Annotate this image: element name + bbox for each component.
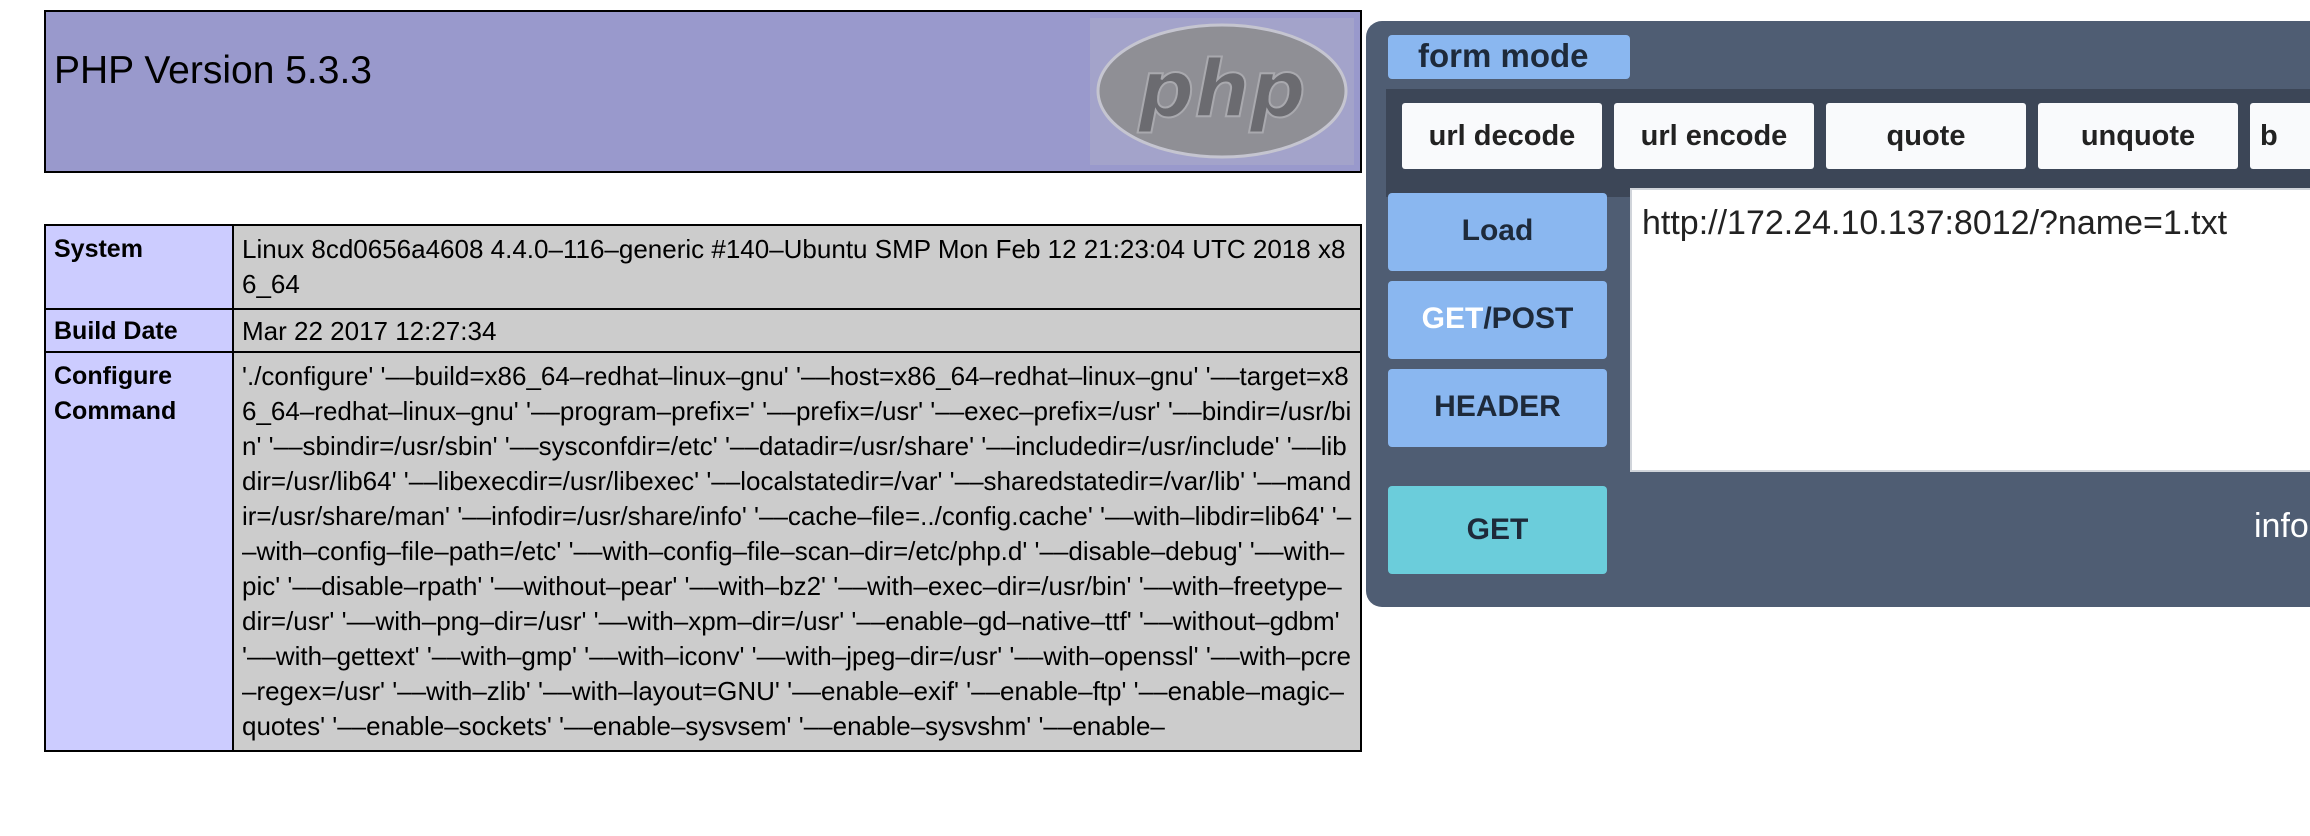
url-encode-button[interactable]: url encode (1614, 103, 1814, 169)
load-button[interactable]: Load (1388, 193, 1607, 271)
page: PHP Version 5.3.3 php System Linux 8cd06… (0, 0, 2310, 836)
unquote-button[interactable]: unquote (2038, 103, 2238, 169)
encode-toolbar: url decode url encode quote unquote b (1386, 89, 2310, 197)
row-value: Mar 22 2017 12:27:34 (232, 308, 1362, 353)
row-key: System (44, 224, 234, 310)
header-button[interactable]: HEADER (1388, 369, 1607, 447)
base64-button[interactable]: b (2250, 103, 2310, 169)
php-logo-text: php (1137, 45, 1305, 135)
phpinfo-table: System Linux 8cd0656a4608 4.4.0–116–gene… (44, 224, 1362, 752)
phpinfo-header: PHP Version 5.3.3 php (44, 10, 1362, 173)
table-row: Build Date Mar 22 2017 12:27:34 (44, 308, 1362, 353)
url-input[interactable]: http://172.24.10.137:8012/?name=1.txt (1630, 188, 2310, 472)
table-row: System Linux 8cd0656a4608 4.4.0–116–gene… (44, 224, 1362, 310)
page-title: PHP Version 5.3.3 (54, 49, 372, 92)
table-row: Configure Command './configure' '––build… (44, 351, 1362, 752)
method-get-label: GET (1421, 302, 1484, 335)
url-decode-button[interactable]: url decode (1402, 103, 1602, 169)
quote-button[interactable]: quote (1826, 103, 2026, 169)
row-key: Build Date (44, 308, 234, 353)
send-get-button[interactable]: GET (1388, 486, 1607, 574)
get-post-toggle-button[interactable]: GET/POST (1388, 281, 1607, 359)
row-value: './configure' '––build=x86_64–redhat–lin… (232, 351, 1362, 752)
hackbar-panel: form mode url decode url encode quote un… (1366, 21, 2310, 607)
php-logo: php (1090, 18, 1354, 165)
form-mode-tab[interactable]: form mode (1388, 35, 1630, 79)
info-label: info (2254, 507, 2309, 545)
row-key: Configure Command (44, 351, 234, 752)
row-value: Linux 8cd0656a4608 4.4.0–116–generic #14… (232, 224, 1362, 310)
method-post-label: /POST (1483, 302, 1574, 335)
